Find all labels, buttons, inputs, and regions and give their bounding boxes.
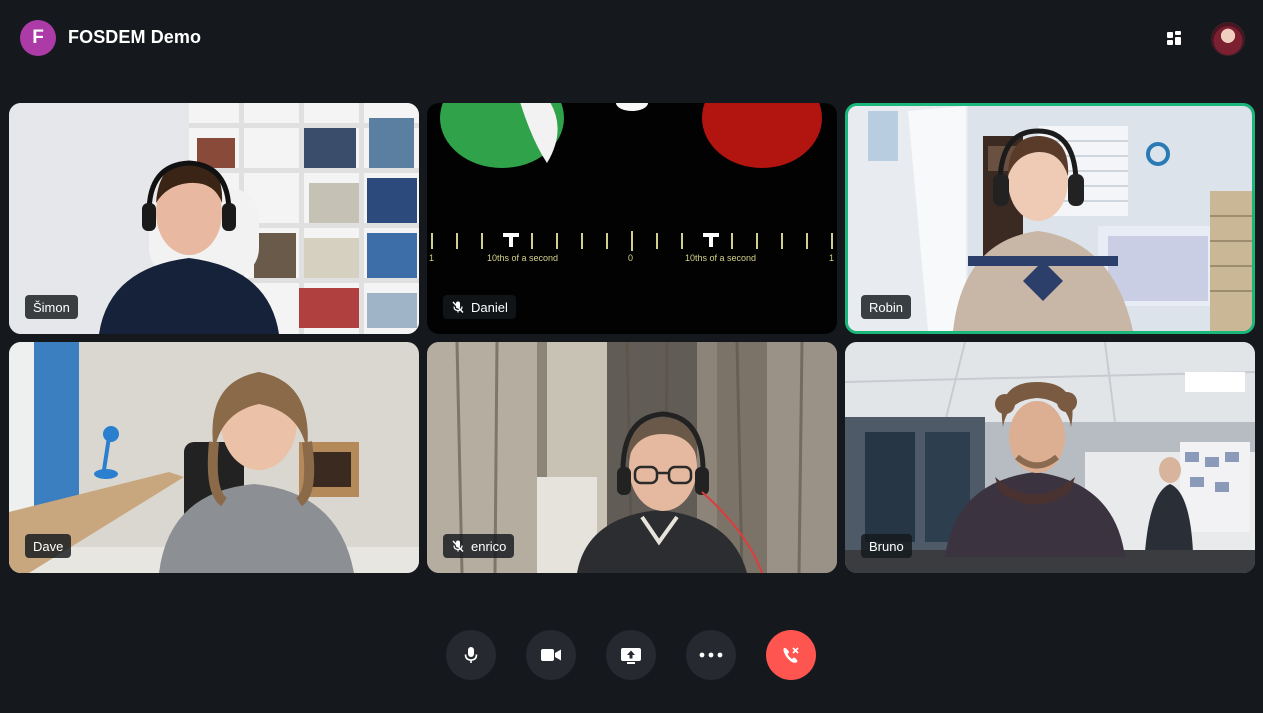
microphone-button[interactable]	[446, 630, 496, 680]
hang-up-button[interactable]	[766, 630, 816, 680]
room-avatar[interactable]: F	[20, 20, 56, 56]
call-controls	[446, 630, 818, 682]
participant-name-tag: Bruno	[861, 534, 912, 558]
participant-name: Šimon	[33, 299, 70, 315]
scale-label-edge-left: 1	[429, 253, 434, 263]
participant-name: Daniel	[471, 299, 508, 315]
microphone-muted-icon	[452, 301, 464, 313]
microphone-muted-icon	[452, 540, 464, 552]
camera-icon	[541, 649, 561, 661]
room-name: FOSDEM Demo	[68, 27, 202, 47]
participant-name: Robin	[869, 299, 903, 315]
participant-tile-daniel[interactable]: 10ths of a second 0 10ths of a second 1 …	[427, 103, 837, 334]
participant-name-tag: Dave	[25, 534, 72, 558]
hang-up-icon	[783, 647, 799, 663]
camera-button[interactable]	[526, 630, 576, 680]
user-avatar[interactable]	[1211, 22, 1245, 56]
participant-name-tag: Daniel	[443, 295, 516, 319]
participant-tile-enrico[interactable]: enrico	[427, 342, 837, 573]
participant-tile-robin[interactable]: Robin	[845, 103, 1255, 334]
more-options-button[interactable]	[686, 630, 736, 680]
call-header: F FOSDEM Demo	[0, 0, 1263, 76]
microphone-icon	[464, 647, 478, 663]
participant-tile-bruno[interactable]: Bruno	[845, 342, 1255, 573]
participant-name: Dave	[33, 538, 64, 554]
scale-label-left: 10ths of a second	[487, 253, 558, 263]
screen-share-button[interactable]	[606, 630, 656, 680]
participant-tile-simon[interactable]: Šimon	[9, 103, 419, 334]
scale-label-edge-right: 1	[829, 253, 834, 263]
screen-share-icon	[621, 648, 641, 664]
participant-tile-dave[interactable]: Dave	[9, 342, 419, 573]
participant-name-tag: enrico	[443, 534, 515, 558]
scale-label-center: 0	[628, 253, 633, 263]
participant-name-tag: Robin	[861, 295, 911, 319]
participant-name-tag: Šimon	[25, 295, 78, 319]
more-options-icon	[699, 652, 723, 658]
participant-name: Bruno	[869, 538, 904, 554]
scale-label-right: 10ths of a second	[685, 253, 756, 263]
grid-layout-icon[interactable]	[1160, 24, 1188, 52]
participant-name: enrico	[471, 538, 507, 554]
